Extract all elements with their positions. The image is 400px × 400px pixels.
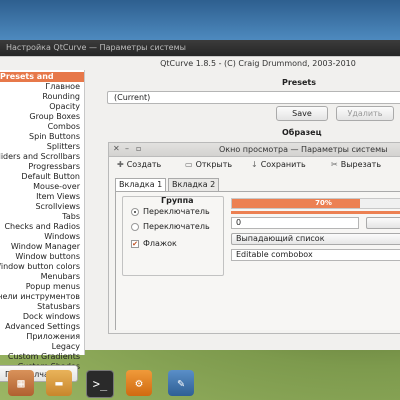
- qtcurve-config-window: Настройка QtCurve — Параметры системы Qt…: [0, 40, 400, 382]
- radio-label-1: Переключатель: [143, 207, 210, 216]
- sidebar-item[interactable]: Item Views: [36, 192, 80, 202]
- open-folder-icon: ▭: [185, 160, 193, 169]
- sidebar-item[interactable]: Панели инструментов: [0, 292, 80, 302]
- sidebar-item[interactable]: Popup menus: [26, 282, 80, 292]
- slider-track[interactable]: [231, 211, 400, 214]
- new-document-icon: ✚: [117, 160, 124, 169]
- sidebar-item[interactable]: Spin Buttons: [29, 132, 80, 142]
- cut-button[interactable]: ✂ Вырезать: [331, 160, 381, 169]
- sidebar-item[interactable]: Default Button: [21, 172, 80, 182]
- window-titlebar[interactable]: Настройка QtCurve — Параметры системы: [0, 40, 400, 56]
- close-icon[interactable]: ✕: [113, 144, 120, 153]
- dropdown-combobox[interactable]: Выпадающий список: [231, 233, 400, 245]
- sidebar-item[interactable]: Group Boxes: [29, 112, 80, 122]
- delete-preset-button[interactable]: Удалить: [336, 106, 394, 121]
- restore-icon[interactable]: ▫: [136, 144, 141, 153]
- new-document-button[interactable]: ✚ Создать: [117, 160, 161, 169]
- sidebar-item[interactable]: Advanced Settings: [5, 322, 80, 332]
- spin-button[interactable]: [366, 217, 400, 229]
- titlebar-divider: [0, 56, 400, 57]
- tab-2[interactable]: Вкладка 2: [168, 178, 220, 191]
- save-button[interactable]: ↓ Сохранить: [251, 160, 306, 169]
- sidebar-item[interactable]: Checks and Radios: [4, 222, 80, 232]
- preview-window-title: Окно просмотра — Параметры системы: [219, 145, 388, 154]
- dock: ▦ ▬ >_ ⚙ ✎: [0, 366, 400, 400]
- progress-label: 70%: [315, 199, 332, 207]
- spin-box[interactable]: 0: [231, 217, 359, 229]
- radio-button-1[interactable]: [131, 208, 139, 216]
- desktop-sky: [0, 0, 400, 42]
- preview-toolbar: ✚ Создать ▭ Открыть ↓ Сохранить ✂ Вырезать: [109, 157, 400, 175]
- radio-button-2[interactable]: [131, 223, 139, 231]
- sidebar-item[interactable]: Scrollviews: [35, 202, 80, 212]
- terminal-glyph: >_: [92, 377, 108, 391]
- sidebar-item-selected[interactable]: Presets and Preview: [0, 72, 84, 91]
- sidebar-item[interactable]: Приложения: [26, 332, 80, 342]
- save-preset-button[interactable]: Save: [276, 106, 328, 121]
- open-button[interactable]: ▭ Открыть: [185, 160, 232, 169]
- checkbox[interactable]: ✔: [131, 240, 139, 248]
- sidebar-item[interactable]: Mouse-over: [33, 182, 80, 192]
- open-label: Открыть: [195, 160, 233, 169]
- sidebar-category-list[interactable]: Presets and Preview Главное Rounding Opacit…: [0, 70, 85, 371]
- folder-icon[interactable]: ▬: [46, 370, 72, 396]
- system-settings-icon[interactable]: ✎: [168, 370, 194, 396]
- tab-panel: Группа Переключатель Переключатель ✔ Фла…: [115, 191, 400, 330]
- sidebar-item[interactable]: Dock windows: [23, 312, 80, 322]
- sidebar-item[interactable]: Главное: [45, 82, 80, 92]
- sidebar-item[interactable]: Combos: [48, 122, 80, 132]
- window-title: Настройка QtCurve — Параметры системы: [6, 43, 186, 52]
- sidebar-item[interactable]: Legacy: [52, 342, 80, 352]
- scissors-icon: ✂: [331, 160, 338, 169]
- preview-window: ✕ – ▫ Окно просмотра — Параметры системы…: [108, 142, 400, 334]
- minimize-icon[interactable]: –: [125, 144, 129, 153]
- sidebar-item[interactable]: Custom Gradients: [8, 352, 80, 362]
- folder-glyph: ▬: [55, 376, 63, 390]
- sample-heading: Образец: [282, 128, 322, 137]
- gears-glyph: ⚙: [135, 376, 143, 390]
- presets-heading: Presets: [282, 78, 317, 87]
- radio-label-2: Переключатель: [143, 222, 210, 231]
- sidebar-item[interactable]: Window buttons: [15, 252, 80, 262]
- checkbox-label: Флажок: [143, 239, 177, 248]
- sidebar-item[interactable]: Opacity: [49, 102, 80, 112]
- preview-titlebar[interactable]: ✕ – ▫ Окно просмотра — Параметры системы: [109, 143, 400, 157]
- sidebar-item[interactable]: Rounding: [42, 92, 80, 102]
- terminal-icon[interactable]: >_: [85, 369, 115, 399]
- save-label: Сохранить: [260, 160, 306, 169]
- sidebar-item[interactable]: Window button colors: [0, 262, 80, 272]
- sidebar-item[interactable]: Menubars: [41, 272, 80, 282]
- sidebar-item[interactable]: Progressbars: [28, 162, 80, 172]
- sidebar-item[interactable]: Window Manager: [11, 242, 80, 252]
- group-box: Группа Переключатель Переключатель ✔ Фла…: [122, 196, 224, 276]
- sidebar-item[interactable]: Splitters: [47, 142, 80, 152]
- file-manager-glyph: ▦: [17, 376, 25, 390]
- save-icon: ↓: [251, 160, 258, 169]
- settings-gears-icon[interactable]: ⚙: [126, 370, 152, 396]
- sidebar-item[interactable]: Statusbars: [37, 302, 80, 312]
- sidebar-item[interactable]: Windows: [44, 232, 80, 242]
- preset-combobox[interactable]: (Current): [107, 91, 400, 104]
- group-box-title: Группа: [161, 196, 194, 205]
- sidebar-item[interactable]: Tabs: [62, 212, 80, 222]
- about-label: QtCurve 1.8.5 - (C) Craig Drummond, 2003…: [160, 59, 356, 68]
- wrench-glyph: ✎: [177, 376, 185, 390]
- tab-1[interactable]: Вкладка 1: [115, 178, 167, 192]
- sidebar-item[interactable]: Sliders and Scrollbars: [0, 152, 80, 162]
- file-manager-icon[interactable]: ▦: [8, 370, 34, 396]
- cut-label: Вырезать: [340, 160, 382, 169]
- new-document-label: Создать: [126, 160, 162, 169]
- editable-combobox[interactable]: Editable combobox: [231, 249, 400, 261]
- progress-bar: 70%: [231, 198, 400, 209]
